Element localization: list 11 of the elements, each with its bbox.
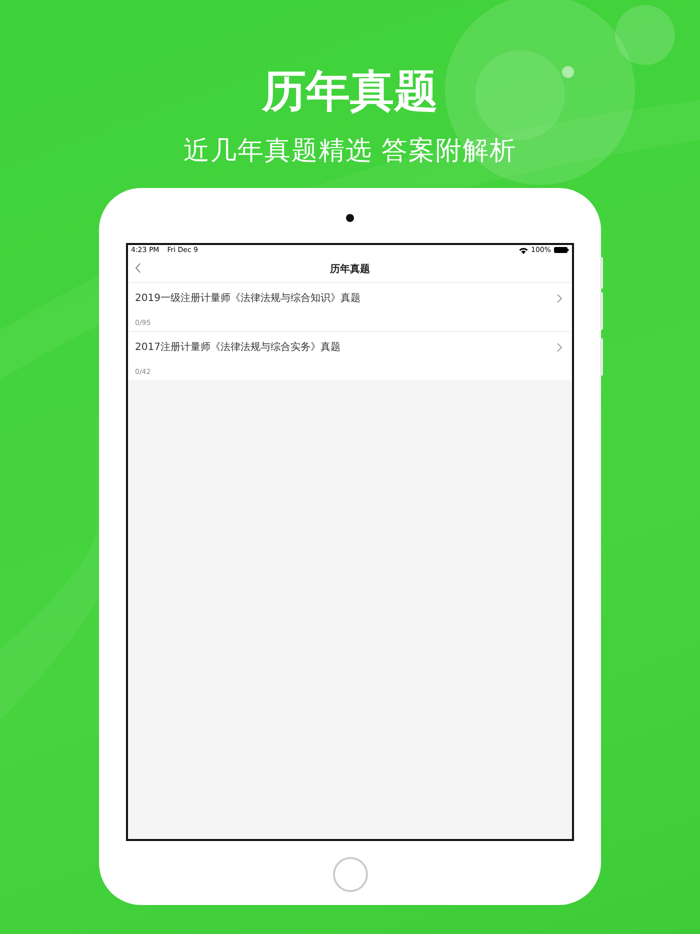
headline: 历年真题 [262, 65, 438, 119]
exam-title: 2019一级注册计量师《法律法规与综合知识》真题 [135, 292, 360, 305]
subtitle: 近几年真题精选 答案附解析 [183, 135, 517, 168]
camera-icon [346, 214, 354, 222]
chevron-icon [557, 342, 562, 352]
back-icon[interactable] [135, 263, 141, 273]
battery-icon [554, 247, 569, 253]
chevron-icon [557, 294, 562, 302]
wifi-icon [518, 246, 528, 254]
nav-title: 历年真题 [330, 262, 370, 276]
exam-title: 2017注册计量师《法律法规与综合实务》真题 [135, 340, 340, 354]
